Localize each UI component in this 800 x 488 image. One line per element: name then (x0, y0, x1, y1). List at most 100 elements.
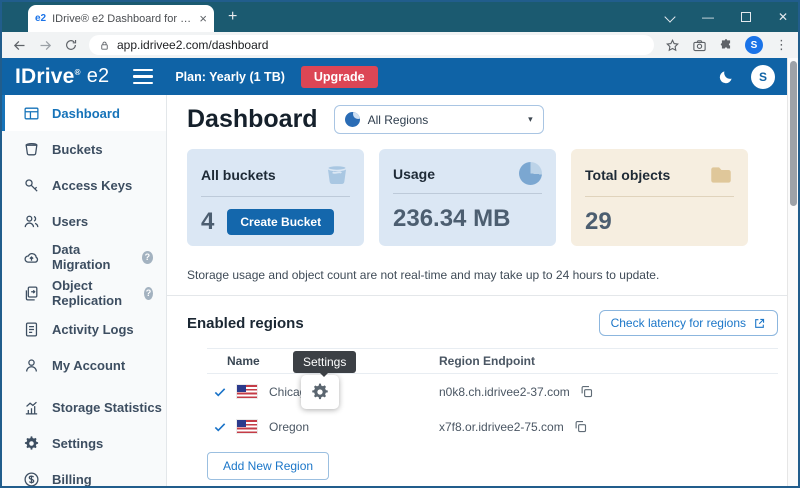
chevron-down-icon: ▾ (528, 114, 533, 125)
sidebar-item-buckets[interactable]: Buckets (2, 131, 166, 167)
region-endpoint: n0k8.ch.idrivee2-37.com (439, 385, 570, 399)
sidebar-item-label: Dashboard (52, 106, 120, 121)
enabled-regions-heading: Enabled regions (187, 315, 304, 332)
page-scrollbar[interactable] (787, 58, 798, 486)
new-tab-button[interactable]: + (228, 7, 237, 27)
sidebar-item-label: Buckets (52, 142, 103, 157)
pie-chart-icon (519, 162, 542, 185)
sidebar-item-label: Data Migration (52, 242, 130, 272)
globe-icon (345, 112, 360, 127)
site-favicon: e2 (35, 13, 46, 24)
scrollbar-thumb[interactable] (790, 61, 797, 206)
reload-button[interactable] (64, 38, 78, 52)
sidebar-item-access-keys[interactable]: Access Keys (2, 167, 166, 203)
page-title: Dashboard (187, 105, 318, 134)
us-flag-icon (237, 420, 257, 433)
regions-table: Name Region Endpoint Chicago n0k8.ch.idr… (207, 348, 778, 444)
check-latency-button[interactable]: Check latency for regions (599, 310, 778, 336)
settings-tooltip: Settings (293, 351, 356, 373)
window-controls: — ✕ (665, 2, 788, 32)
table-row-chicago: Chicago n0k8.ch.idrivee2-37.com (207, 374, 778, 409)
forward-button[interactable] (38, 38, 53, 53)
tab-search-chevron-icon[interactable] (665, 12, 675, 22)
card-title: All buckets (201, 167, 276, 183)
tab-title: IDrive® e2 Dashboard for cloud (52, 13, 193, 25)
lock-icon (99, 40, 110, 51)
main-content: Dashboard All Regions ▾ All buckets (167, 95, 798, 486)
usage-note: Storage usage and object count are not r… (187, 268, 778, 282)
sidebar-toggle-icon[interactable] (133, 69, 153, 85)
minimize-button[interactable]: — (702, 11, 714, 23)
sidebar-item-label: Storage Statistics (52, 400, 162, 415)
summary-cards: All buckets 4 Create Bucket Usage (187, 149, 778, 246)
sidebar-item-activity-logs[interactable]: Activity Logs (2, 311, 166, 347)
address-bar[interactable]: app.idrivee2.com/dashboard (89, 35, 654, 55)
extensions-puzzle-icon[interactable] (719, 38, 733, 52)
upgrade-button[interactable]: Upgrade (301, 66, 378, 88)
card-title: Total objects (585, 167, 670, 183)
sidebar-item-billing[interactable]: Billing (2, 461, 166, 486)
external-link-icon (753, 317, 766, 330)
url-text: app.idrivee2.com/dashboard (117, 38, 268, 52)
browser-tab[interactable]: e2 IDrive® e2 Dashboard for cloud × (28, 5, 214, 32)
app-page: IDrive® e2 Plan: Yearly (1 TB) Upgrade S… (2, 58, 798, 486)
app-header: IDrive® e2 Plan: Yearly (1 TB) Upgrade S (2, 58, 787, 95)
sidebar-item-label: Activity Logs (52, 322, 134, 337)
sidebar-item-label: Billing (52, 472, 92, 487)
bucket-count: 4 (201, 208, 214, 236)
region-name: Oregon (269, 420, 309, 434)
enabled-check-icon (213, 420, 227, 434)
sidebar-item-settings[interactable]: Settings (2, 425, 166, 461)
sidebar-item-users[interactable]: Users (2, 203, 166, 239)
copy-endpoint-icon[interactable] (573, 419, 588, 434)
window-close-button[interactable]: ✕ (778, 11, 788, 23)
plan-label: Plan: Yearly (1 TB) (175, 70, 285, 84)
account-avatar[interactable]: S (751, 65, 775, 89)
sidebar-item-label: My Account (52, 358, 125, 373)
help-icon[interactable]: ? (144, 287, 153, 300)
toolbar-actions: S ⋮ (665, 36, 788, 54)
us-flag-icon (237, 385, 257, 398)
table-row-oregon: Oregon x7f8.or.idrivee2-75.com (207, 409, 778, 444)
browser-titlebar: e2 IDrive® e2 Dashboard for cloud × + — … (2, 2, 798, 32)
region-filter-value: All Regions (368, 113, 520, 127)
browser-menu-icon[interactable]: ⋮ (775, 37, 788, 53)
sidebar-item-label: Users (52, 214, 88, 229)
card-usage: Usage 236.34 MB (379, 149, 556, 246)
create-bucket-button[interactable]: Create Bucket (227, 209, 334, 235)
browser-window: e2 IDrive® e2 Dashboard for cloud × + — … (0, 0, 800, 488)
sidebar-item-dashboard[interactable]: Dashboard (2, 95, 166, 131)
help-icon[interactable]: ? (142, 251, 153, 264)
sidebar-item-data-migration[interactable]: Data Migration ? (2, 239, 166, 275)
bookmark-star-icon[interactable] (665, 38, 680, 53)
sidebar-item-my-account[interactable]: My Account (2, 347, 166, 383)
maximize-button[interactable] (741, 12, 751, 22)
card-title: Usage (393, 166, 435, 182)
gear-icon (310, 382, 330, 402)
sidebar-item-storage-statistics[interactable]: Storage Statistics (2, 389, 166, 425)
bucket-icon (324, 162, 350, 188)
enabled-check-icon (213, 385, 227, 399)
dark-mode-moon-icon[interactable] (717, 68, 735, 86)
region-endpoint: x7f8.or.idrivee2-75.com (439, 420, 564, 434)
tab-close-icon[interactable]: × (199, 12, 207, 25)
card-all-buckets: All buckets 4 Create Bucket (187, 149, 364, 246)
add-new-region-button[interactable]: Add New Region (207, 452, 329, 480)
card-total-objects: Total objects 29 (571, 149, 748, 246)
column-header-endpoint: Region Endpoint (439, 354, 778, 368)
sidebar-item-label: Access Keys (52, 178, 132, 193)
sidebar-item-label: Object Replication (52, 278, 132, 308)
idrive-e2-logo: IDrive® e2 (15, 65, 109, 89)
back-button[interactable] (12, 38, 27, 53)
object-count: 29 (585, 208, 612, 236)
copy-endpoint-icon[interactable] (579, 384, 594, 399)
folder-icon (708, 162, 734, 188)
region-filter-dropdown[interactable]: All Regions ▾ (334, 105, 544, 134)
divider (167, 295, 798, 296)
browser-toolbar: app.idrivee2.com/dashboard S ⋮ (2, 32, 798, 58)
camera-extension-icon[interactable] (692, 38, 707, 53)
browser-profile-avatar[interactable]: S (745, 36, 763, 54)
sidebar-item-object-replication[interactable]: Object Replication ? (2, 275, 166, 311)
sidebar-item-label: Settings (52, 436, 103, 451)
usage-value: 236.34 MB (393, 205, 510, 233)
